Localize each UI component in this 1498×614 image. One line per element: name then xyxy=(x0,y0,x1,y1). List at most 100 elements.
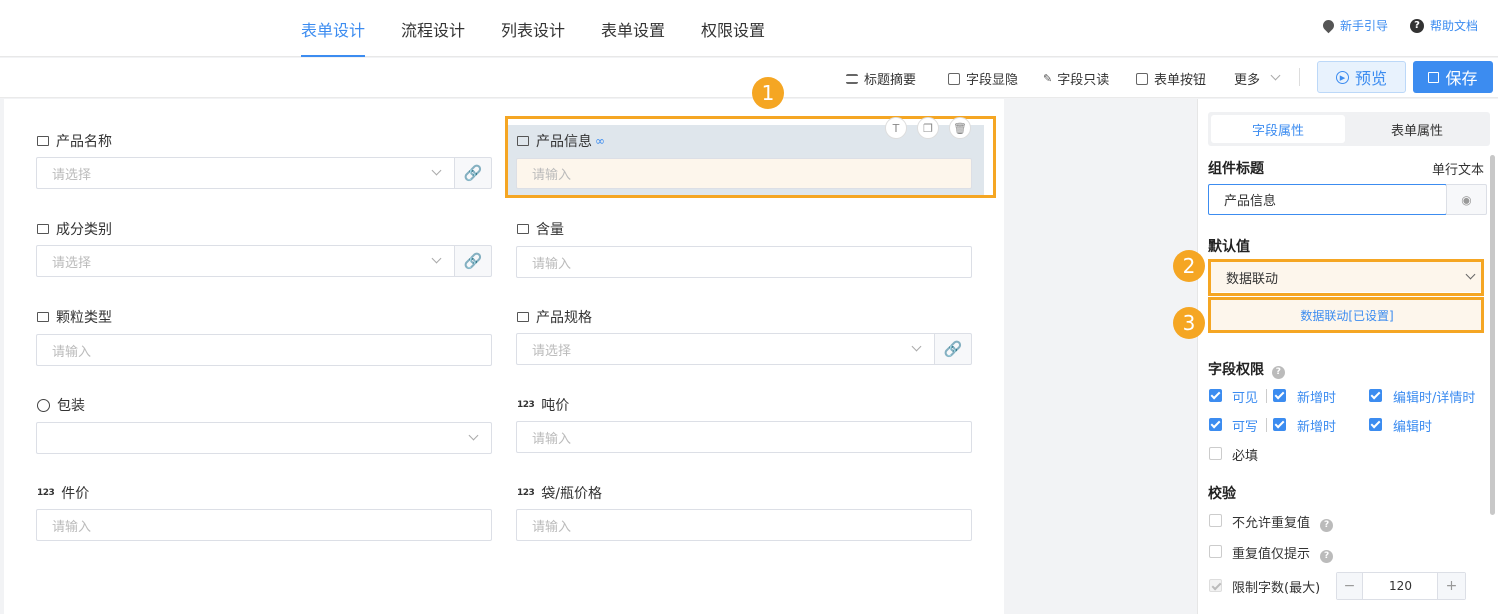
eye-icon[interactable]: ◉ xyxy=(1446,184,1487,215)
visible-label: 可见 xyxy=(1232,391,1259,406)
tab-flow-design[interactable]: 流程设计 xyxy=(401,17,465,57)
text-field-icon xyxy=(517,136,529,146)
tab-field-props[interactable]: 字段属性 xyxy=(1211,115,1345,143)
bag-price-input[interactable]: 请输入 xyxy=(516,509,972,541)
field-readonly-label: 字段只读 xyxy=(1057,73,1110,88)
component-type-select[interactable]: 请选择 xyxy=(36,245,455,277)
number-icon: 123 xyxy=(517,488,535,498)
visible-edit-checkbox[interactable] xyxy=(1369,389,1382,402)
tab-form-props[interactable]: 表单属性 xyxy=(1350,115,1484,143)
more-label: 更多 xyxy=(1234,73,1261,88)
particle-type-label: 颗粒类型 xyxy=(37,307,112,327)
divider xyxy=(1266,418,1267,432)
limit-chars-checkbox[interactable] xyxy=(1209,579,1222,592)
spec-select[interactable]: 请选择 xyxy=(516,333,935,365)
no-duplicate-label: 不允许重复值 ? xyxy=(1232,512,1334,532)
chevron-down-icon xyxy=(468,430,479,441)
panel-scrollbar[interactable] xyxy=(1490,155,1495,515)
packaging-label: 包装 xyxy=(37,395,85,415)
link-icon[interactable]: 🔗 xyxy=(454,245,492,277)
divider xyxy=(1266,389,1267,403)
save-button[interactable]: 保存 xyxy=(1413,61,1493,93)
tab-permission-settings[interactable]: 权限设置 xyxy=(701,17,765,57)
content-input[interactable]: 请输入 xyxy=(516,246,972,278)
chevron-down-icon xyxy=(1270,70,1281,81)
relation-icon xyxy=(37,224,49,234)
help-icon: ? xyxy=(1410,18,1424,33)
linkage-icon: ∞ xyxy=(595,134,605,148)
product-name-text: 产品名称 xyxy=(56,134,112,150)
preview-label: 预览 xyxy=(1354,69,1387,88)
highlight-frame-3 xyxy=(1208,297,1484,333)
title-summary-button[interactable]: 标题摘要 xyxy=(846,69,916,88)
ton-price-input[interactable]: 请输入 xyxy=(516,421,972,453)
writable-edit-checkbox[interactable] xyxy=(1369,418,1382,431)
copy-icon[interactable]: ❐ xyxy=(917,117,939,139)
highlight-frame-2 xyxy=(1208,259,1484,296)
spec-label: 产品规格 xyxy=(517,307,592,327)
number-icon: 123 xyxy=(517,400,535,410)
product-info-input[interactable]: 请输入 xyxy=(516,158,972,189)
spec-text: 产品规格 xyxy=(536,310,592,326)
content-label: 含量 xyxy=(517,219,564,239)
writable-checkbox[interactable] xyxy=(1209,418,1222,431)
spec-placeholder: 请选择 xyxy=(532,343,572,359)
number-icon: 123 xyxy=(37,488,55,498)
help-icon[interactable]: ? xyxy=(1320,519,1334,532)
form-buttons-label: 表单按钮 xyxy=(1154,73,1207,88)
delete-icon[interactable]: 🗑 xyxy=(949,117,971,139)
text-icon[interactable]: T xyxy=(885,117,907,139)
help-icon[interactable]: ? xyxy=(1320,550,1334,563)
validation-label: 校验 xyxy=(1208,486,1236,502)
increment-button[interactable]: + xyxy=(1437,573,1465,599)
component-type-placeholder: 请选择 xyxy=(52,255,92,271)
required-checkbox[interactable] xyxy=(1209,447,1222,460)
component-title-input[interactable]: 产品信息 xyxy=(1208,184,1447,215)
more-dropdown[interactable]: 更多 xyxy=(1234,69,1281,88)
component-type-label: 成分类别 xyxy=(37,219,112,239)
ton-price-text: 吨价 xyxy=(541,398,570,414)
docs-label: 帮助文档 xyxy=(1430,19,1479,33)
tab-form-design[interactable]: 表单设计 xyxy=(301,17,366,57)
duplicate-hint-label: 重复值仅提示 ? xyxy=(1232,543,1334,563)
tab-list-design[interactable]: 列表设计 xyxy=(501,17,565,57)
unit-price-input[interactable]: 请输入 xyxy=(36,509,492,541)
content-text: 含量 xyxy=(536,222,564,238)
step-badge-1: 1 xyxy=(752,77,784,109)
button-icon xyxy=(1136,72,1148,85)
product-name-placeholder: 请选择 xyxy=(52,167,92,183)
no-duplicate-checkbox[interactable] xyxy=(1209,514,1222,527)
visible-checkbox[interactable] xyxy=(1209,389,1222,402)
packaging-select[interactable] xyxy=(36,422,492,454)
decrement-button[interactable]: − xyxy=(1337,573,1363,599)
duplicate-hint-checkbox[interactable] xyxy=(1209,545,1222,558)
chevron-down-icon xyxy=(431,253,442,264)
limit-value[interactable]: 120 xyxy=(1364,573,1437,599)
bag-price-label: 123 袋/瓶价格 xyxy=(517,483,602,503)
visible-new-checkbox[interactable] xyxy=(1273,389,1286,402)
form-buttons-button[interactable]: 表单按钮 xyxy=(1136,69,1206,88)
no-duplicate-text: 不允许重复值 xyxy=(1232,516,1311,531)
docs-link[interactable]: ? 帮助文档 xyxy=(1410,17,1478,34)
relation-icon xyxy=(517,312,529,322)
tab-form-settings[interactable]: 表单设置 xyxy=(601,17,665,57)
packaging-text: 包装 xyxy=(57,398,85,414)
product-name-select[interactable]: 请选择 xyxy=(36,157,455,189)
required-label: 必填 xyxy=(1232,449,1259,464)
writable-new-checkbox[interactable] xyxy=(1273,418,1286,431)
play-icon: ▸ xyxy=(1335,70,1349,84)
guide-link[interactable]: 新手引导 xyxy=(1320,17,1389,34)
help-icon[interactable]: ? xyxy=(1271,366,1285,379)
particle-type-input[interactable]: 请输入 xyxy=(36,334,492,366)
step-badge-3: 3 xyxy=(1173,307,1205,339)
link-icon[interactable]: 🔗 xyxy=(934,333,972,365)
guide-label: 新手引导 xyxy=(1340,19,1389,33)
field-permission-text: 字段权限 xyxy=(1208,362,1264,378)
preview-button[interactable]: ▸ 预览 xyxy=(1317,61,1406,93)
duplicate-hint-text: 重复值仅提示 xyxy=(1232,547,1311,562)
save-icon xyxy=(1428,71,1440,83)
field-visibility-button[interactable]: 字段显隐 xyxy=(948,69,1018,88)
chevron-down-icon xyxy=(431,165,442,176)
field-readonly-button[interactable]: ✎ 字段只读 xyxy=(1043,69,1109,88)
link-icon[interactable]: 🔗 xyxy=(454,157,492,189)
